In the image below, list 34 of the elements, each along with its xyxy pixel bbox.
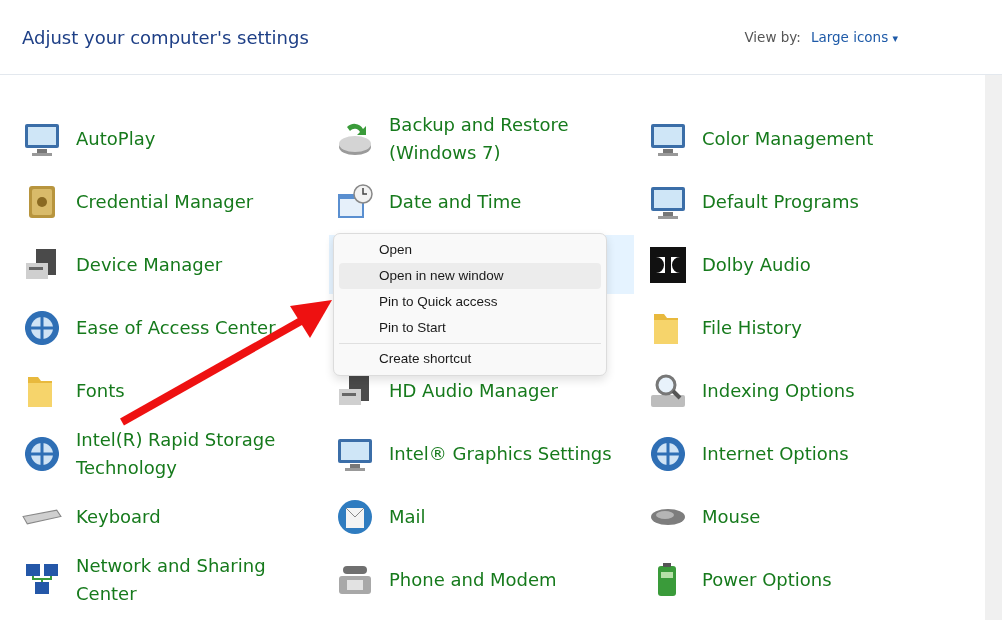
control-panel-item[interactable]: Date and Time — [389, 187, 522, 216]
control-panel-item[interactable]: Intel(R) Rapid Storage Technology — [76, 425, 312, 482]
view-by-label: View by: — [744, 29, 801, 45]
logo-icon — [648, 244, 688, 285]
control-panel-item[interactable]: File History — [702, 313, 802, 342]
menu-item[interactable]: Pin to Quick access — [339, 289, 601, 315]
control-panel-item[interactable]: Credential Manager — [76, 187, 254, 216]
control-panel-item[interactable]: Dolby Audio — [702, 250, 811, 279]
control-panel-item[interactable]: HD Audio Manager — [389, 376, 558, 405]
menu-item[interactable]: Open — [339, 237, 601, 263]
control-panel-item[interactable]: Phone and Modem — [389, 565, 557, 594]
control-panel-item[interactable]: Mail — [389, 502, 426, 531]
control-panel-item[interactable]: Intel® Graphics Settings — [389, 439, 612, 468]
control-panel-item[interactable]: Indexing Options — [702, 376, 855, 405]
control-panel-item[interactable]: Backup and Restore (Windows 7) — [389, 110, 625, 167]
page-title: Adjust your computer's settings — [22, 26, 309, 48]
control-panel-item[interactable]: Color Management — [702, 124, 874, 153]
control-panel-item[interactable]: Power Options — [702, 565, 832, 594]
control-panel-item[interactable]: Internet Options — [702, 439, 849, 468]
control-panel-item[interactable]: Fonts — [76, 376, 125, 405]
control-panel-item[interactable]: AutoPlay — [76, 124, 156, 153]
control-panel-item[interactable]: Device Manager — [76, 250, 223, 279]
keyboard-icon — [22, 507, 62, 526]
mouse-icon — [648, 507, 688, 526]
control-panel-item[interactable]: Default Programs — [702, 187, 859, 216]
control-panel-item[interactable]: Mouse — [702, 502, 761, 531]
control-panel-item[interactable]: Keyboard — [76, 502, 161, 531]
menu-item[interactable]: Open in new window — [339, 263, 601, 289]
menu-item[interactable]: Create shortcut — [339, 346, 601, 372]
menu-item[interactable]: Pin to Start — [339, 315, 601, 341]
control-panel-item[interactable]: Network and Sharing Center — [76, 551, 312, 608]
view-by-dropdown[interactable]: Large icons ▾ — [810, 29, 898, 45]
control-panel-item[interactable]: Ease of Access Center — [76, 313, 276, 342]
scrollbar[interactable] — [985, 75, 1002, 620]
